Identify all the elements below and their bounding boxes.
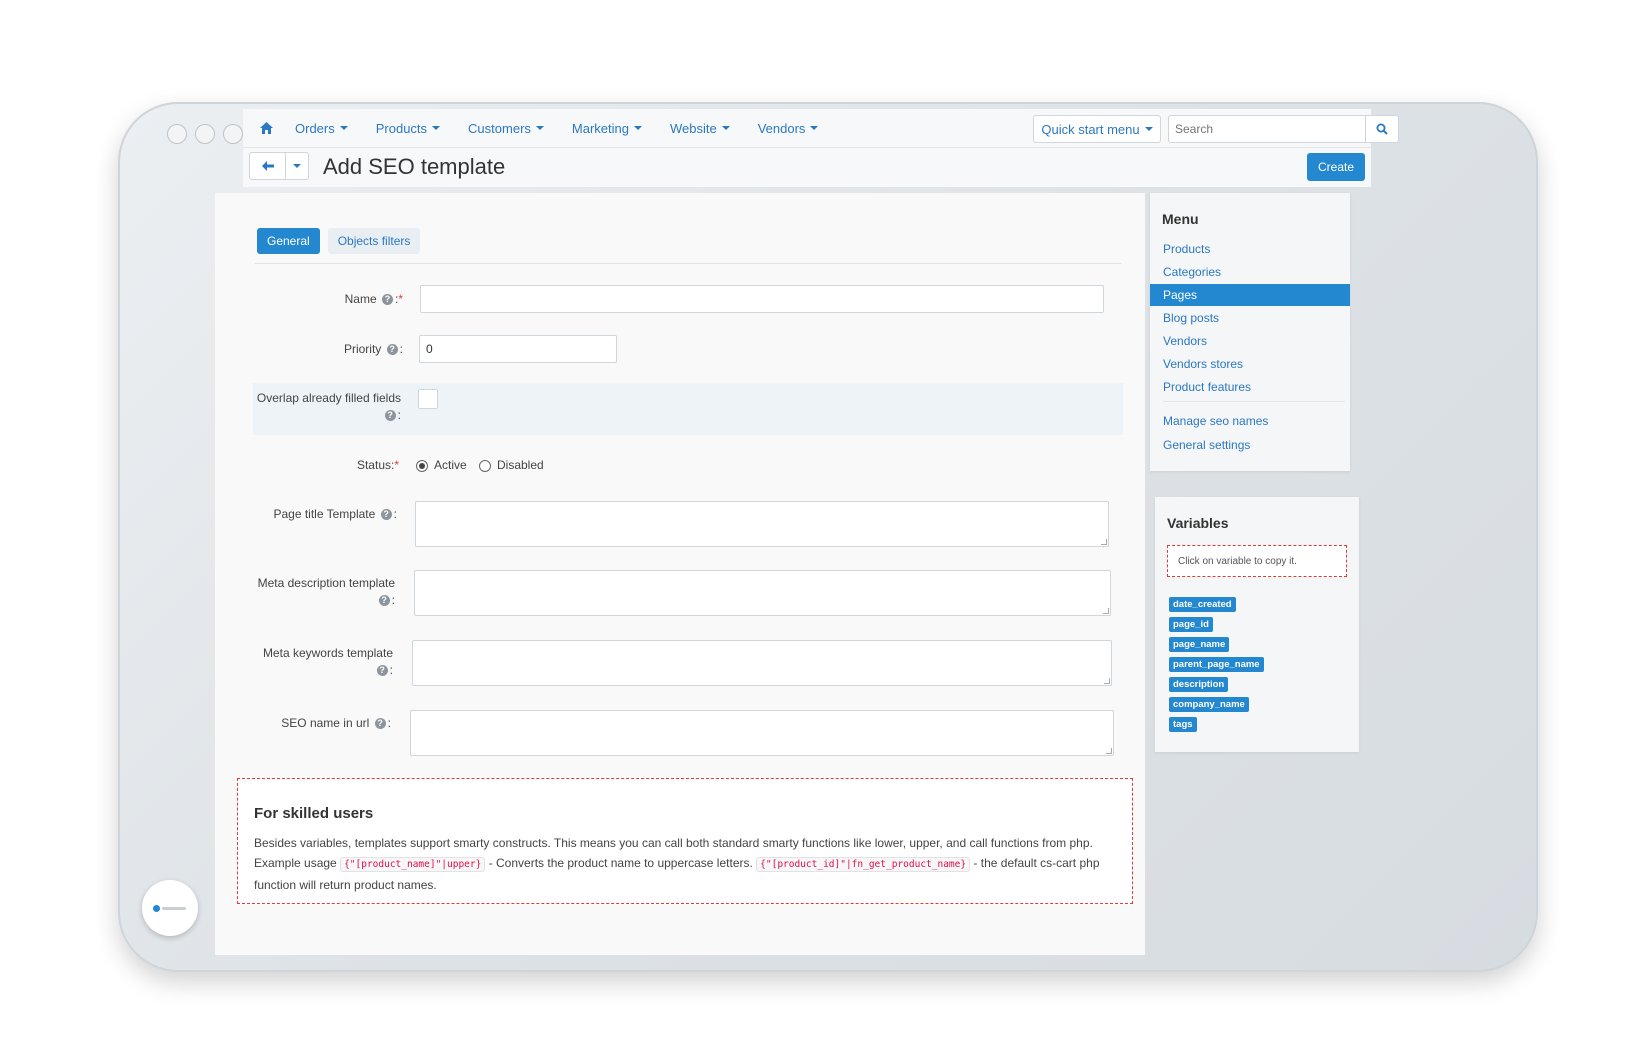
page-header: Add SEO template Create — [243, 147, 1371, 187]
search-button[interactable] — [1365, 115, 1399, 143]
variable-parent-page-name[interactable]: parent_page_name — [1169, 657, 1264, 672]
create-button[interactable]: Create — [1307, 153, 1365, 181]
page-title: Add SEO template — [323, 154, 506, 179]
menu-item-categories[interactable]: Categories — [1150, 261, 1350, 283]
variable-description[interactable]: description — [1169, 677, 1229, 692]
variables-title: Variables — [1167, 515, 1229, 531]
screen: Orders Products Customers Marketing Webs… — [215, 105, 1457, 955]
status-label: Status:* — [356, 458, 399, 472]
overlap-checkbox[interactable] — [418, 389, 438, 409]
overlap-label: Overlap already filled fields?: — [256, 391, 401, 422]
search-icon — [1376, 123, 1388, 135]
meta-keywords-label: Meta keywords template?: — [262, 646, 393, 677]
back-button[interactable] — [250, 153, 286, 179]
quick-start-menu-button[interactable]: Quick start menu — [1033, 115, 1161, 143]
variables-hint: Click on variable to copy it. — [1167, 545, 1347, 577]
status-disabled-radio[interactable] — [479, 460, 491, 472]
variable-date-created[interactable]: date_created — [1169, 597, 1236, 612]
arrow-left-icon — [261, 161, 274, 171]
help-icon[interactable]: ? — [386, 344, 398, 356]
seo-name-textarea[interactable] — [410, 710, 1114, 756]
nav-customers[interactable]: Customers — [468, 121, 544, 136]
help-icon[interactable]: ? — [384, 410, 396, 422]
seo-name-label: SEO name in url ?: — [281, 716, 391, 730]
sidebar-menu: Menu Products Categories Pages Blog post… — [1150, 193, 1350, 471]
nav-marketing[interactable]: Marketing — [572, 121, 642, 136]
menu-item-manage-seo-names[interactable]: Manage seo names — [1150, 410, 1350, 432]
caret-down-icon — [1144, 127, 1153, 131]
variables-panel: Variables Click on variable to copy it. … — [1155, 497, 1359, 752]
skilled-users-text: Besides variables, templates support sma… — [254, 836, 1100, 892]
status-disabled-label: Disabled — [497, 458, 544, 472]
meta-description-textarea[interactable] — [414, 570, 1111, 616]
main-content: General Objects filters Name ?:* Priorit… — [215, 193, 1145, 955]
meta-description-label: Meta description template?: — [257, 576, 395, 607]
priority-label: Priority ?: — [343, 342, 403, 356]
menu-item-products[interactable]: Products — [1150, 238, 1350, 260]
nav-vendors[interactable]: Vendors — [758, 121, 819, 136]
priority-input[interactable]: 0 — [419, 335, 617, 363]
nav-website[interactable]: Website — [670, 121, 730, 136]
menu-item-blog-posts[interactable]: Blog posts — [1150, 307, 1350, 329]
name-label: Name ?:* — [344, 292, 403, 306]
home-button[interactable] — [142, 880, 198, 936]
skilled-users-notice: For skilled users Besides variables, tem… — [237, 778, 1133, 904]
search-input[interactable] — [1168, 115, 1366, 143]
history-dropdown-button[interactable] — [286, 153, 308, 179]
help-icon[interactable]: ? — [374, 718, 386, 730]
menu-title: Menu — [1162, 211, 1199, 227]
nav-products[interactable]: Products — [376, 121, 441, 136]
variable-page-name[interactable]: page_name — [1169, 637, 1230, 652]
menu-divider — [1163, 401, 1345, 402]
top-navigation: Orders Products Customers Marketing Webs… — [243, 109, 1399, 147]
tabs-divider — [255, 263, 1121, 264]
code-example-upper: {"[product_name]"|upper} — [340, 857, 486, 872]
caret-down-icon — [339, 126, 348, 130]
variable-page-id[interactable]: page_id — [1169, 617, 1213, 632]
nav-orders[interactable]: Orders — [295, 121, 348, 136]
camera-dot-2 — [195, 124, 215, 144]
tab-general[interactable]: General — [257, 228, 320, 254]
tab-objects-filters[interactable]: Objects filters — [327, 228, 421, 254]
store-logo-icon — [153, 904, 187, 912]
code-example-product-name: {"[product_id]"|fn_get_product_name} — [756, 857, 971, 872]
variable-tags[interactable]: tags — [1169, 717, 1197, 732]
help-icon[interactable]: ? — [381, 294, 393, 306]
home-icon[interactable] — [259, 121, 273, 135]
meta-keywords-textarea[interactable] — [412, 640, 1112, 686]
help-icon[interactable]: ? — [380, 509, 392, 521]
tab-bar: General Objects filters — [257, 228, 421, 254]
caret-down-icon — [293, 164, 301, 168]
variable-company-name[interactable]: company_name — [1169, 697, 1249, 712]
menu-item-pages[interactable]: Pages — [1150, 284, 1350, 306]
menu-item-vendors-stores[interactable]: Vendors stores — [1150, 353, 1350, 375]
status-active-radio[interactable] — [416, 460, 428, 472]
caret-down-icon — [810, 126, 819, 130]
caret-down-icon — [535, 126, 544, 130]
caret-down-icon — [633, 126, 642, 130]
menu-item-vendors[interactable]: Vendors — [1150, 330, 1350, 352]
help-icon[interactable]: ? — [378, 595, 390, 607]
help-icon[interactable]: ? — [376, 665, 388, 677]
page-title-template-textarea[interactable] — [415, 501, 1109, 547]
camera-dot-1 — [167, 124, 187, 144]
skilled-users-title: For skilled users — [254, 805, 374, 822]
status-active-label: Active — [434, 458, 467, 472]
page-title-template-label: Page title Template ?: — [273, 507, 397, 521]
menu-item-product-features[interactable]: Product features — [1150, 376, 1350, 398]
name-input[interactable] — [420, 285, 1104, 313]
back-button-group — [249, 152, 309, 180]
caret-down-icon — [721, 126, 730, 130]
menu-item-general-settings[interactable]: General settings — [1150, 434, 1350, 456]
caret-down-icon — [432, 126, 441, 130]
